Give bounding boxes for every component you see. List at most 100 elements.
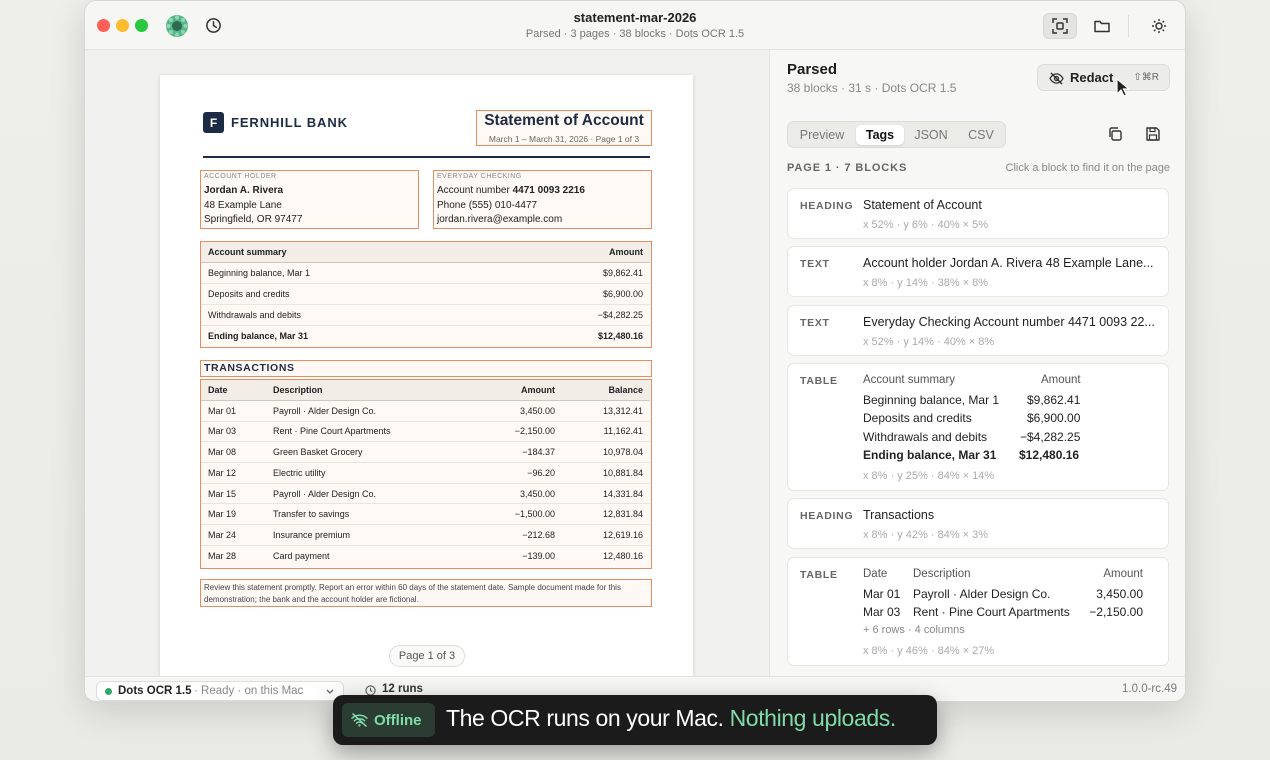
col-balance: Balance <box>608 384 643 395</box>
holder-name: Jordan A. Rivera <box>204 185 284 196</box>
title-bar: statement-mar-2026 Parsed · 3 pages · 38… <box>85 1 1185 50</box>
banner-accent-text: Nothing uploads. <box>729 705 897 731</box>
block-card[interactable]: HEADING Statement of Account x 52% · y 6… <box>787 188 1169 239</box>
run-count[interactable]: 12 runs <box>382 683 423 695</box>
sun-icon <box>1152 19 1166 33</box>
txn-date: Mar 03 <box>208 426 237 437</box>
txn-balance: 10,978.04 <box>602 447 643 458</box>
preview-row: Date Description Amount <box>863 568 1143 580</box>
tab-preview[interactable]: Preview <box>791 125 853 145</box>
table-row: Mar 28 Card payment −139.00 12,480.16 <box>201 546 650 567</box>
summary-total-row: Ending balance, Mar 31 $12,480.16 <box>201 326 650 347</box>
block-card[interactable]: TABLE Account summary Amount Beginning ba… <box>787 363 1169 491</box>
txn-date: Mar 19 <box>208 509 237 520</box>
tab-csv[interactable]: CSV <box>958 125 1004 145</box>
txn-amount: −96.20 <box>527 467 555 478</box>
txn-amount: −1,500.00 <box>514 509 555 520</box>
block-text: Account holder Jordan A. Rivera 48 Examp… <box>863 256 1154 270</box>
account-number-line: Account number 4471 0093 2216 <box>437 184 648 199</box>
phone: Phone (555) 010-4477 <box>437 199 538 211</box>
preview-cell: $9,862.41 <box>1027 393 1081 407</box>
page-indicator[interactable]: Page 1 of 3 <box>389 645 465 667</box>
block-card[interactable]: HEADING Transactions x 8% · y 42% · 84% … <box>787 498 1169 549</box>
bank-name: FERNHILL BANK <box>231 115 348 130</box>
document-viewer[interactable]: F FERNHILL BANK Statement of Account Mar… <box>85 50 770 676</box>
summary-header-row: Account summary Amount <box>201 242 650 263</box>
viewfinder-icon <box>1052 18 1068 34</box>
panel-title: Parsed <box>787 61 838 78</box>
account-holder-block[interactable]: ACCOUNT HOLDER Jordan A. Rivera 48 Examp… <box>200 170 419 229</box>
app-version: 1.0.0-rc.49 <box>1122 683 1177 695</box>
txn-amount: 3,450.00 <box>519 405 555 416</box>
summary-label: Beginning balance, Mar 1 <box>208 267 311 278</box>
block-meta: x 8% · y 14% · 38% × 8% <box>863 277 989 289</box>
folder-icon <box>1094 20 1110 33</box>
table-row: Mar 01 Payroll · Alder Design Co. 3,450.00… <box>201 401 650 422</box>
preview-cell: Mar 03 <box>863 605 901 619</box>
col-date: Date <box>208 384 228 395</box>
open-folder-button[interactable] <box>1085 13 1119 39</box>
txn-description: Card payment <box>273 551 330 562</box>
table-row: Mar 12 Electric utility −96.20 10,881.84 <box>201 463 650 484</box>
footnote[interactable]: Review this statement promptly. Report a… <box>200 579 652 607</box>
preview-cell: −$4,282.25 <box>1020 430 1081 444</box>
txn-description: Payroll · Alder Design Co. <box>273 405 377 416</box>
click-hint: Click a block to find it on the page <box>1005 162 1170 174</box>
preview-cell: Mar 01 <box>863 587 901 601</box>
engine-name: Dots OCR 1.5 <box>118 685 192 697</box>
preview-row: Account summary Amount <box>863 374 1081 386</box>
block-meta: x 52% · y 14% · 40% × 8% <box>863 336 995 348</box>
copy-icon[interactable] <box>1107 126 1123 142</box>
window-title: statement-mar-2026 <box>573 10 697 25</box>
summary-col-amount: Amount <box>609 246 643 257</box>
txn-balance: 11,162.41 <box>603 426 643 437</box>
block-card[interactable]: TABLE Date Description Amount Mar 01 Payrol… <box>787 557 1169 666</box>
txn-date: Mar 24 <box>208 529 237 540</box>
checking-label: EVERYDAY CHECKING <box>437 173 522 180</box>
summary-amount: $9,862.41 <box>602 267 643 278</box>
page-block-count: PAGE 1 · 7 BLOCKS <box>787 162 908 174</box>
table-row: Beginning balance, Mar 1 $9,862.41 <box>201 263 650 284</box>
txn-date: Mar 15 <box>208 488 237 499</box>
txn-description: Transfer to savings <box>273 509 350 520</box>
block-card[interactable]: TEXT Account holder Jordan A. Rivera 48 … <box>787 246 1169 297</box>
offline-banner: Offline The OCR runs on your Mac. Nothin… <box>333 695 937 745</box>
engine-selector[interactable]: Dots OCR 1.5 · Ready · on this Mac <box>96 681 344 701</box>
txn-date: Mar 08 <box>208 447 237 458</box>
col-description: Description <box>273 384 323 395</box>
holder-address-2: Springfield, OR 97477 <box>204 214 303 225</box>
email: jordan.rivera@example.com <box>437 214 563 225</box>
checking-block[interactable]: EVERYDAY CHECKING Account number 4471 00… <box>433 170 652 229</box>
appearance-button[interactable] <box>1142 13 1176 39</box>
summary-table-highlight[interactable]: Account summary Amount Beginning balance… <box>200 241 652 348</box>
scan-mode-button[interactable] <box>1043 13 1077 39</box>
preview-cell: Beginning balance, Mar 1 <box>863 393 1000 407</box>
offline-label: Offline <box>374 711 422 729</box>
block-tag: TEXT <box>800 258 830 270</box>
transactions-table-highlight[interactable]: Date Description Amount Balance Mar 01 Pa… <box>200 379 652 569</box>
summary-total-label: Ending balance, Mar 31 <box>208 331 309 342</box>
table-row: Deposits and credits $6,900.00 <box>201 284 650 305</box>
preview-cell: Payroll · Alder Design Co. <box>913 587 1051 601</box>
save-icon[interactable] <box>1145 126 1161 142</box>
txn-amount: −139.00 <box>522 551 555 562</box>
block-tag: TEXT <box>800 317 830 329</box>
block-meta: x 8% · y 42% · 84% × 3% <box>863 529 989 541</box>
preview-row: Deposits and credits $6,900.00 <box>863 411 1080 425</box>
txn-description: Payroll · Alder Design Co. <box>273 488 377 499</box>
block-card[interactable]: TEXT Everyday Checking Account number 44… <box>787 305 1169 356</box>
transactions-heading[interactable]: TRANSACTIONS <box>200 360 652 377</box>
tab-tags[interactable]: Tags <box>856 125 904 145</box>
block-meta: x 52% · y 6% · 40% × 5% <box>863 219 989 231</box>
block-tag: HEADING <box>800 200 854 212</box>
summary-amount: $6,900.00 <box>602 288 643 299</box>
app-window: statement-mar-2026 Parsed · 3 pages · 38… <box>84 0 1186 702</box>
table-row: Withdrawals and debits −$4,282.25 <box>201 305 650 326</box>
txn-description: Green Basket Grocery <box>273 447 363 458</box>
panel-subtitle: 38 blocks · 31 s · Dots OCR 1.5 <box>787 81 957 95</box>
tab-json[interactable]: JSON <box>907 125 955 145</box>
preview-row: Beginning balance, Mar 1 $9,862.41 <box>863 393 1080 407</box>
preview-cell: −2,150.00 <box>1089 605 1143 619</box>
redact-button[interactable]: Redact ⇧⌘R <box>1037 64 1170 91</box>
redact-label: Redact <box>1070 70 1114 85</box>
